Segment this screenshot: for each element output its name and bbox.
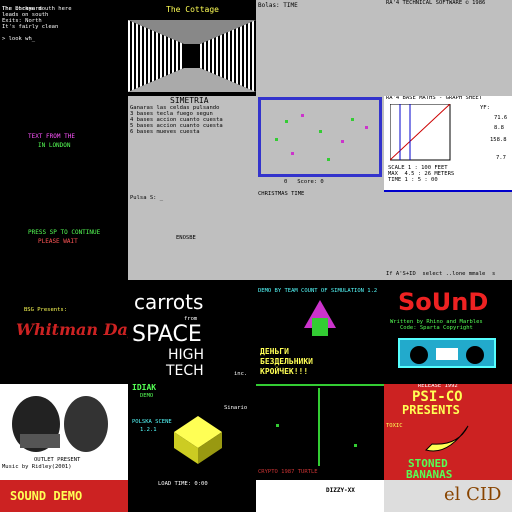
idiak-sub: DEMO: [140, 393, 154, 399]
tile-text-adventure: The Dockyard The chrome mouth here leads…: [0, 0, 128, 96]
tile-psi-co: RELEASE 1992 PSI-CO PRESENTS TOXIC STONE…: [384, 384, 512, 480]
drowning-caption: OUTLET PRESENT: [34, 457, 81, 463]
whitman-kicker: BSG Presents:: [24, 307, 68, 313]
tile-carrots: carrots from SPACE HIGH TECH inc.: [128, 288, 256, 384]
dizzy-title: DIZZY-XX: [326, 487, 355, 494]
whitman-title: Whitman Day: [16, 320, 128, 339]
load-time-text: LOAD TIME: 0:00: [158, 481, 208, 487]
status-text: Bolas: TIME: [258, 2, 298, 9]
ammo-line: ДЕНЬГИ: [260, 347, 289, 356]
drowning-line: Music by Ridley(2001): [2, 464, 72, 470]
tile-graph-tool: RA'4 BASE MATHS - GRAPH SHEET YF: 71.6 8…: [384, 96, 512, 280]
simetria-line: 6 bases mueves cuesta: [130, 129, 200, 135]
tile-ammo-demo: DEMO BY TEAM COUNT OF SIMULATION 1.2 ДЕН…: [256, 288, 384, 384]
psi-line: BANANAS: [406, 468, 453, 480]
banana-icon: [425, 425, 469, 452]
graph-side-value: 7.7: [496, 155, 506, 161]
psi-side: TOXIC: [386, 423, 403, 429]
psi-line: PSI-CO: [412, 389, 463, 405]
tile-el-cid: el CID: [384, 480, 512, 512]
tile-corridor-demo: The Cottage: [128, 0, 256, 96]
tile-whitman-day: BSG Presents: Whitman Day: [0, 288, 128, 384]
dark-title-line: PRESS SP TO CONTINUE: [28, 229, 101, 236]
game-caption: CHRISTMAS TIME: [258, 191, 305, 197]
carrots-line: carrots: [134, 290, 204, 314]
tile-drowning: OUTLET PRESENT Music by Ridley(2001): [0, 384, 128, 480]
sound-line: Code: Sparta Copyright: [400, 325, 473, 331]
simetria-prompt: Pulsa S: _: [130, 195, 164, 201]
graph-side-value: 8.8: [494, 125, 504, 131]
boombox-icon: [398, 338, 496, 368]
graph-panel: RA'4 BASE MATHS - GRAPH SHEET YF: 71.6 8…: [384, 96, 512, 192]
simetria-footer: ENOSBE: [176, 235, 196, 241]
dark-title-line: IN LONDON: [38, 142, 71, 149]
ammo-line: КРОЙЧЕК!!!: [260, 367, 309, 376]
carrots-tag: inc.: [234, 371, 248, 377]
ammo-header: DEMO BY TEAM COUNT OF SIMULATION 1.2: [258, 288, 378, 294]
adventure-prompt: > look wh_: [2, 36, 36, 42]
tile-dizzy: DIZZY-XX: [256, 480, 384, 512]
loading-note: If A'S+ID select ..lone mmale s: [386, 271, 496, 277]
idiak-line: 1.2.1: [140, 427, 157, 433]
sound-demo-title: SOUND DEMO: [10, 489, 83, 503]
graph-side-value: YF:: [480, 105, 490, 111]
tile-dark-title: TEXT FROM THE IN LONDON PRESS SP TO CONT…: [0, 96, 128, 280]
scope-bottom: CRYPTO 1987 TURTLE: [258, 469, 318, 475]
dark-title-line: TEXT FROM THE: [28, 133, 75, 140]
playfield: [258, 97, 382, 177]
idiak-title: IDIAK: [132, 384, 157, 392]
el-cid-title: el CID: [444, 484, 502, 505]
carrots-line: TECH: [166, 363, 204, 379]
adventure-line: It's fairly clean: [2, 24, 59, 30]
tile-christmas-time: 0 Score: 0 CHRISTMAS TIME: [256, 96, 384, 280]
idiak-line: Sinario: [224, 405, 248, 411]
idiak-line: POLSKA SCENE: [132, 419, 172, 425]
sound-title: SoUnD: [398, 288, 489, 316]
tile-copyright-strip: RA'4 TECHNICAL SOFTWARE © 1986: [384, 0, 512, 96]
ammo-graphic: [304, 300, 336, 336]
graph-caption: TIME 1 : 5 : 00: [388, 177, 438, 183]
tile-scope-screen: CRYPTO 1987 TURTLE: [256, 384, 384, 480]
tile-idiak-demo: IDIAK DEMO Sinario POLSKA SCENE 1.2.1: [128, 384, 256, 480]
graph-side-value: 158.8: [490, 137, 507, 143]
tile-load-time: LOAD TIME: 0:00: [128, 480, 256, 512]
corridor-title: The Cottage: [166, 5, 219, 14]
copyright-text: RA'4 TECHNICAL SOFTWARE © 1986: [386, 0, 486, 6]
tile-simetria: SIMETRIA Ganaras las celdas pulsando 3 b…: [128, 96, 256, 280]
psi-line: PRESENTS: [402, 403, 460, 417]
engraving-graphic: [12, 396, 108, 452]
tile-sound-demo: SOUND DEMO: [0, 480, 128, 512]
tile-sound-title: SoUnD Written by Rhino and Marbles Code:…: [384, 288, 512, 384]
simetria-title: SIMETRIA: [170, 96, 209, 105]
corridor-graphic: [128, 20, 256, 92]
graph-side-value: 71.6: [494, 115, 508, 121]
tile-status-strip: Bolas: TIME: [256, 0, 384, 96]
carrots-line: SPACE: [132, 322, 202, 347]
island-graphic: [174, 416, 222, 464]
dark-title-line: PLEASE WAIT: [38, 238, 78, 245]
ammo-line: БЕЗДЕЛЬНИКИ: [260, 357, 313, 366]
score-readout: 0 Score: 0: [284, 179, 324, 185]
carrots-line: HIGH: [168, 347, 205, 363]
graph-plot: [390, 104, 451, 161]
graph-title: RA'4 BASE MATHS - GRAPH SHEET: [386, 96, 483, 101]
